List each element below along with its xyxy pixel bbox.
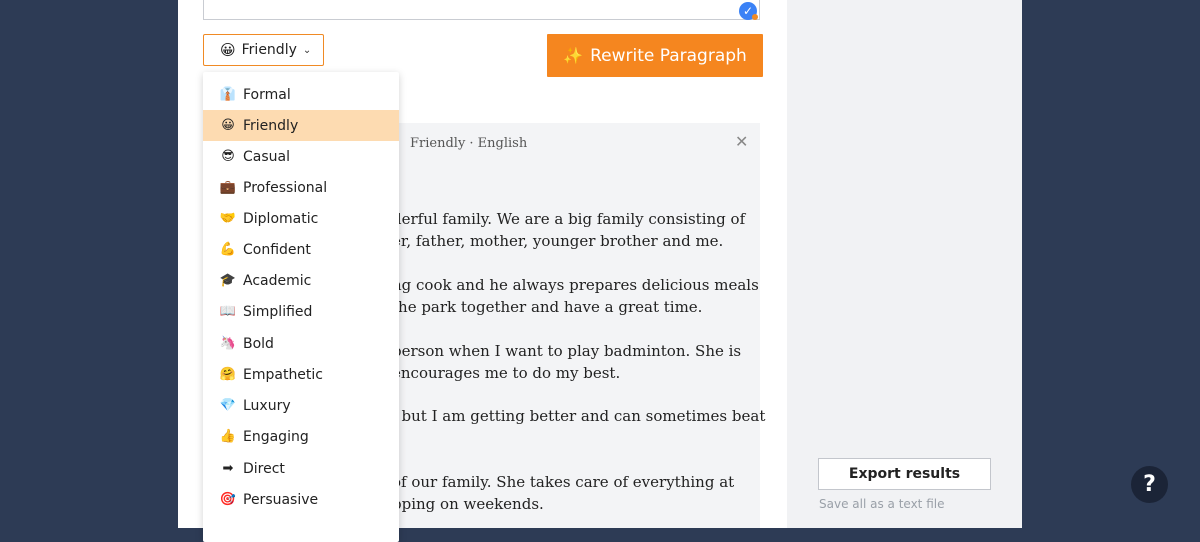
paragraph-line: encourages me to do my best. [392,364,621,382]
flexed-biceps-icon: 💪 [219,242,237,257]
result-paragraph: person when I want to play badminton. Sh… [392,340,741,384]
necktie-icon: 👔 [219,87,237,102]
paragraph-line: pping on weekends. [392,495,544,513]
handshake-icon: 🤝 [219,211,237,226]
tone-option-label: Friendly [243,117,299,134]
tone-option-label: Simplified [243,303,313,320]
export-results-button[interactable]: Export results [818,458,991,490]
unicorn-icon: 🦄 [219,336,237,351]
paragraph-line: derful family. We are a big family consi… [392,210,746,228]
paragraph-line: person when I want to play badminton. Sh… [392,342,742,360]
tone-option-label: Bold [243,335,274,352]
tone-option-label: Formal [243,86,291,103]
arrow-right-icon: ➡ [222,461,234,476]
tone-option-label: Luxury [243,397,291,414]
notification-dot-icon [752,14,758,20]
tone-option-professional[interactable]: 💼 Professional [203,172,399,203]
close-icon[interactable]: ✕ [735,132,748,151]
tone-option-friendly[interactable]: 😀 Friendly [203,110,399,141]
tone-option-confident[interactable]: 💪 Confident [203,234,399,265]
rewrite-paragraph-label: Rewrite Paragraph [590,45,747,66]
tone-option-label: Casual [243,148,290,165]
result-meta: Friendly · English [410,136,528,151]
sunglasses-icon: 😎 [221,149,235,164]
tone-option-label: Confident [243,241,311,258]
result-card [378,123,760,528]
paragraph-line: the park together and have a great time. [392,298,703,316]
tone-option-label: Persuasive [243,491,319,508]
chevron-down-icon: ⌄ [302,44,312,56]
help-button[interactable]: ? [1131,466,1168,503]
paragraph-line: of our family. She takes care of everyth… [392,473,735,491]
paragraph-line: er, father, mother, younger brother and … [392,232,724,250]
smile-icon: 😀 [220,41,236,59]
tone-dropdown-label: Friendly [241,42,297,58]
tone-option-direct[interactable]: ➡ Direct [203,453,399,484]
tone-option-bold[interactable]: 🦄 Bold [203,328,399,359]
input-textarea[interactable] [203,0,760,20]
tone-option-engaging[interactable]: 👍 Engaging [203,421,399,452]
tone-option-simplified[interactable]: 📖 Simplified [203,296,399,327]
hugging-face-icon: 🤗 [219,367,237,382]
graduation-cap-icon: 🎓 [219,273,237,288]
tone-option-casual[interactable]: 😎 Casual [203,141,399,172]
target-icon: 🎯 [219,492,237,507]
tone-option-formal[interactable]: 👔 Formal [203,79,399,110]
smile-icon: 😀 [221,118,235,133]
paragraph-line: ng cook and he always prepares delicious… [392,276,759,294]
tone-option-persuasive[interactable]: 🎯 Persuasive [203,484,399,515]
tone-option-diplomatic[interactable]: 🤝 Diplomatic [203,203,399,234]
open-book-icon: 📖 [219,304,237,319]
thumbs-up-icon: 👍 [219,429,237,444]
tone-option-label: Empathetic [243,366,324,383]
result-paragraph: derful family. We are a big family consi… [392,208,745,252]
tone-option-label: Professional [243,179,328,196]
tone-dropdown-menu: 👔 Formal 😀 Friendly 😎 Casual 💼 Professio… [203,72,399,542]
result-paragraph: of our family. She takes care of everyth… [392,471,734,515]
tone-option-label: Academic [243,272,312,289]
tone-option-empathetic[interactable]: 🤗 Empathetic [203,359,399,390]
export-hint: Save all as a text file [819,497,945,511]
result-paragraph: , but I am getting better and can someti… [392,405,765,427]
paragraph-line: , but I am getting better and can someti… [392,407,766,425]
result-paragraph: ng cook and he always prepares delicious… [392,274,759,318]
tone-option-label: Direct [243,460,285,477]
tone-option-label: Diplomatic [243,210,319,227]
tone-option-luxury[interactable]: 💎 Luxury [203,390,399,421]
tone-dropdown-button[interactable]: 😀 Friendly ⌄ [203,34,324,66]
gem-icon: 💎 [219,398,237,413]
tone-option-academic[interactable]: 🎓 Academic [203,265,399,296]
rewrite-paragraph-button[interactable]: ✨ Rewrite Paragraph [547,34,763,77]
sparkle-icon: ✨ [563,46,584,65]
tone-option-label: Engaging [243,428,309,445]
briefcase-icon: 💼 [219,180,237,195]
side-panel [787,0,1022,528]
